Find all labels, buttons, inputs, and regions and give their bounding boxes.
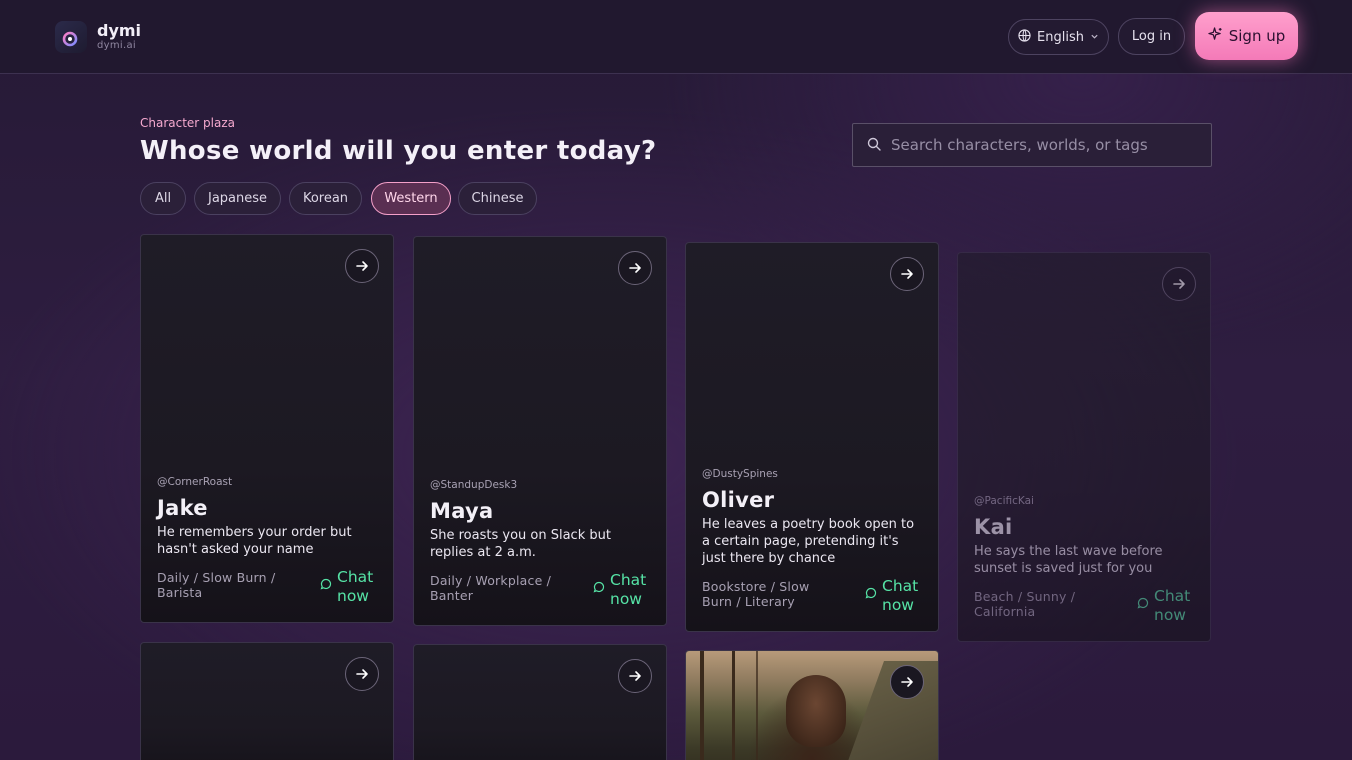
character-card[interactable]: [140, 642, 394, 760]
chat-bubble-icon: [865, 585, 877, 604]
character-description: He leaves a poetry book open to a certai…: [702, 517, 915, 566]
character-handle: @CornerRoast: [157, 476, 233, 488]
character-tags: Daily / Slow Burn / Barista: [157, 570, 276, 600]
filter-chip-chinese[interactable]: Chinese: [458, 182, 537, 215]
chat-now-link[interactable]: Chat now: [593, 571, 650, 609]
globe-icon: [1018, 28, 1031, 46]
language-label: English: [1037, 29, 1084, 45]
top-header: dymi dymi.ai English Log in Sign up: [0, 0, 1352, 74]
character-tags: Beach / Sunny / California: [974, 589, 1076, 619]
arrow-right-icon[interactable]: [618, 659, 652, 693]
chat-now-link[interactable]: Chat now: [865, 577, 922, 615]
chat-now-link[interactable]: Chat now: [1137, 587, 1194, 625]
character-name: Oliver: [702, 488, 775, 512]
search-icon: [867, 136, 881, 155]
character-card[interactable]: [413, 644, 667, 760]
signup-button[interactable]: Sign up: [1195, 12, 1298, 60]
character-name: Maya: [430, 499, 494, 523]
character-card[interactable]: @PacificKai Kai He says the last wave be…: [957, 252, 1211, 642]
character-description: He says the last wave before sunset is s…: [974, 544, 1163, 576]
character-description: She roasts you on Slack but replies at 2…: [430, 528, 611, 560]
chat-now-label: Chat now: [337, 568, 374, 605]
search-input[interactable]: [891, 136, 1191, 154]
filter-chip-all[interactable]: All: [140, 182, 186, 215]
character-handle: @StandupDesk3: [430, 479, 518, 491]
brand-name: dymi: [97, 21, 142, 40]
character-tags: Bookstore / Slow Burn / Literary: [702, 579, 810, 609]
arrow-right-icon[interactable]: [1162, 267, 1196, 301]
signup-label: Sign up: [1228, 27, 1286, 45]
filter-chip-korean[interactable]: Korean: [289, 182, 362, 215]
chat-bubble-icon: [593, 579, 605, 598]
logo-icon: [55, 21, 87, 53]
brand-domain: dymi.ai: [97, 40, 136, 51]
arrow-right-icon[interactable]: [890, 665, 924, 699]
chat-now-label: Chat now: [610, 571, 647, 608]
character-card[interactable]: @DustySpines Oliver He leaves a poetry b…: [685, 242, 939, 632]
character-card[interactable]: @CornerRoast Jake He remembers your orde…: [140, 234, 394, 623]
chat-bubble-icon: [1137, 595, 1149, 614]
filter-chip-japanese[interactable]: Japanese: [194, 182, 281, 215]
chat-now-label: Chat now: [882, 577, 919, 614]
arrow-right-icon[interactable]: [890, 257, 924, 291]
character-card[interactable]: [685, 650, 939, 760]
brand-logo[interactable]: dymi dymi.ai: [55, 21, 141, 53]
arrow-right-icon[interactable]: [618, 251, 652, 285]
arrow-right-icon[interactable]: [345, 249, 379, 283]
sparkle-icon: [1208, 26, 1223, 46]
character-card[interactable]: @StandupDesk3 Maya She roasts you on Sla…: [413, 236, 667, 626]
character-name: Kai: [974, 515, 1013, 539]
chat-bubble-icon: [320, 576, 332, 595]
section-eyebrow: Character plaza: [140, 116, 236, 130]
language-selector[interactable]: English: [1008, 19, 1109, 55]
chat-now-label: Chat now: [1154, 587, 1191, 624]
chat-now-link[interactable]: Chat now: [320, 568, 377, 606]
arrow-right-icon[interactable]: [345, 657, 379, 691]
character-handle: @PacificKai: [974, 495, 1034, 507]
search-box[interactable]: [852, 123, 1212, 167]
page-title: Whose world will you enter today?: [140, 136, 657, 166]
chevron-down-icon: [1090, 30, 1099, 45]
character-handle: @DustySpines: [702, 468, 778, 480]
character-description: He remembers your order but hasn't asked…: [157, 525, 352, 557]
character-name: Jake: [157, 496, 208, 520]
filter-chip-western[interactable]: Western: [371, 182, 451, 215]
login-button[interactable]: Log in: [1118, 18, 1185, 55]
character-tags: Daily / Workplace / Banter: [430, 573, 552, 603]
